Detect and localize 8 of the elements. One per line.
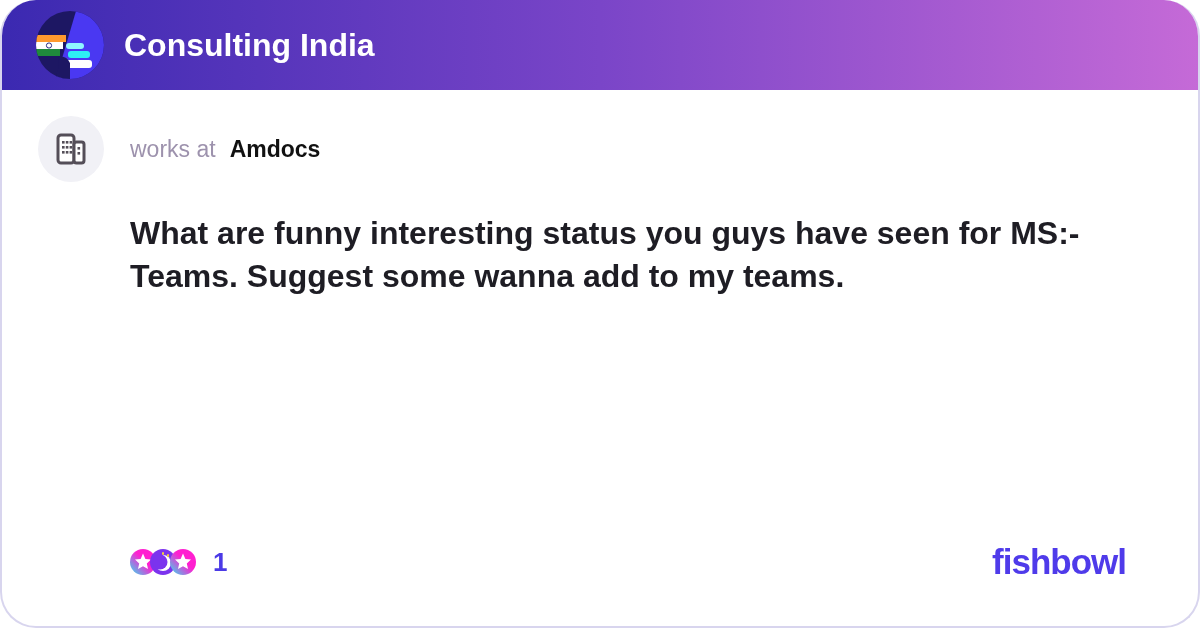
works-at-label: works at bbox=[130, 135, 216, 163]
brand-wordmark: fishbowl bbox=[992, 542, 1126, 582]
building-icon bbox=[38, 116, 104, 182]
star-badge-icon bbox=[170, 549, 196, 575]
question-text: What are funny interesting status you guys have seen for MS:- Teams. Suggest some wanna add to my teams. bbox=[130, 214, 1081, 296]
reaction-count: 1 bbox=[213, 546, 228, 578]
company-name: Amdocs bbox=[229, 135, 321, 163]
community-title: Consulting India bbox=[124, 26, 375, 64]
